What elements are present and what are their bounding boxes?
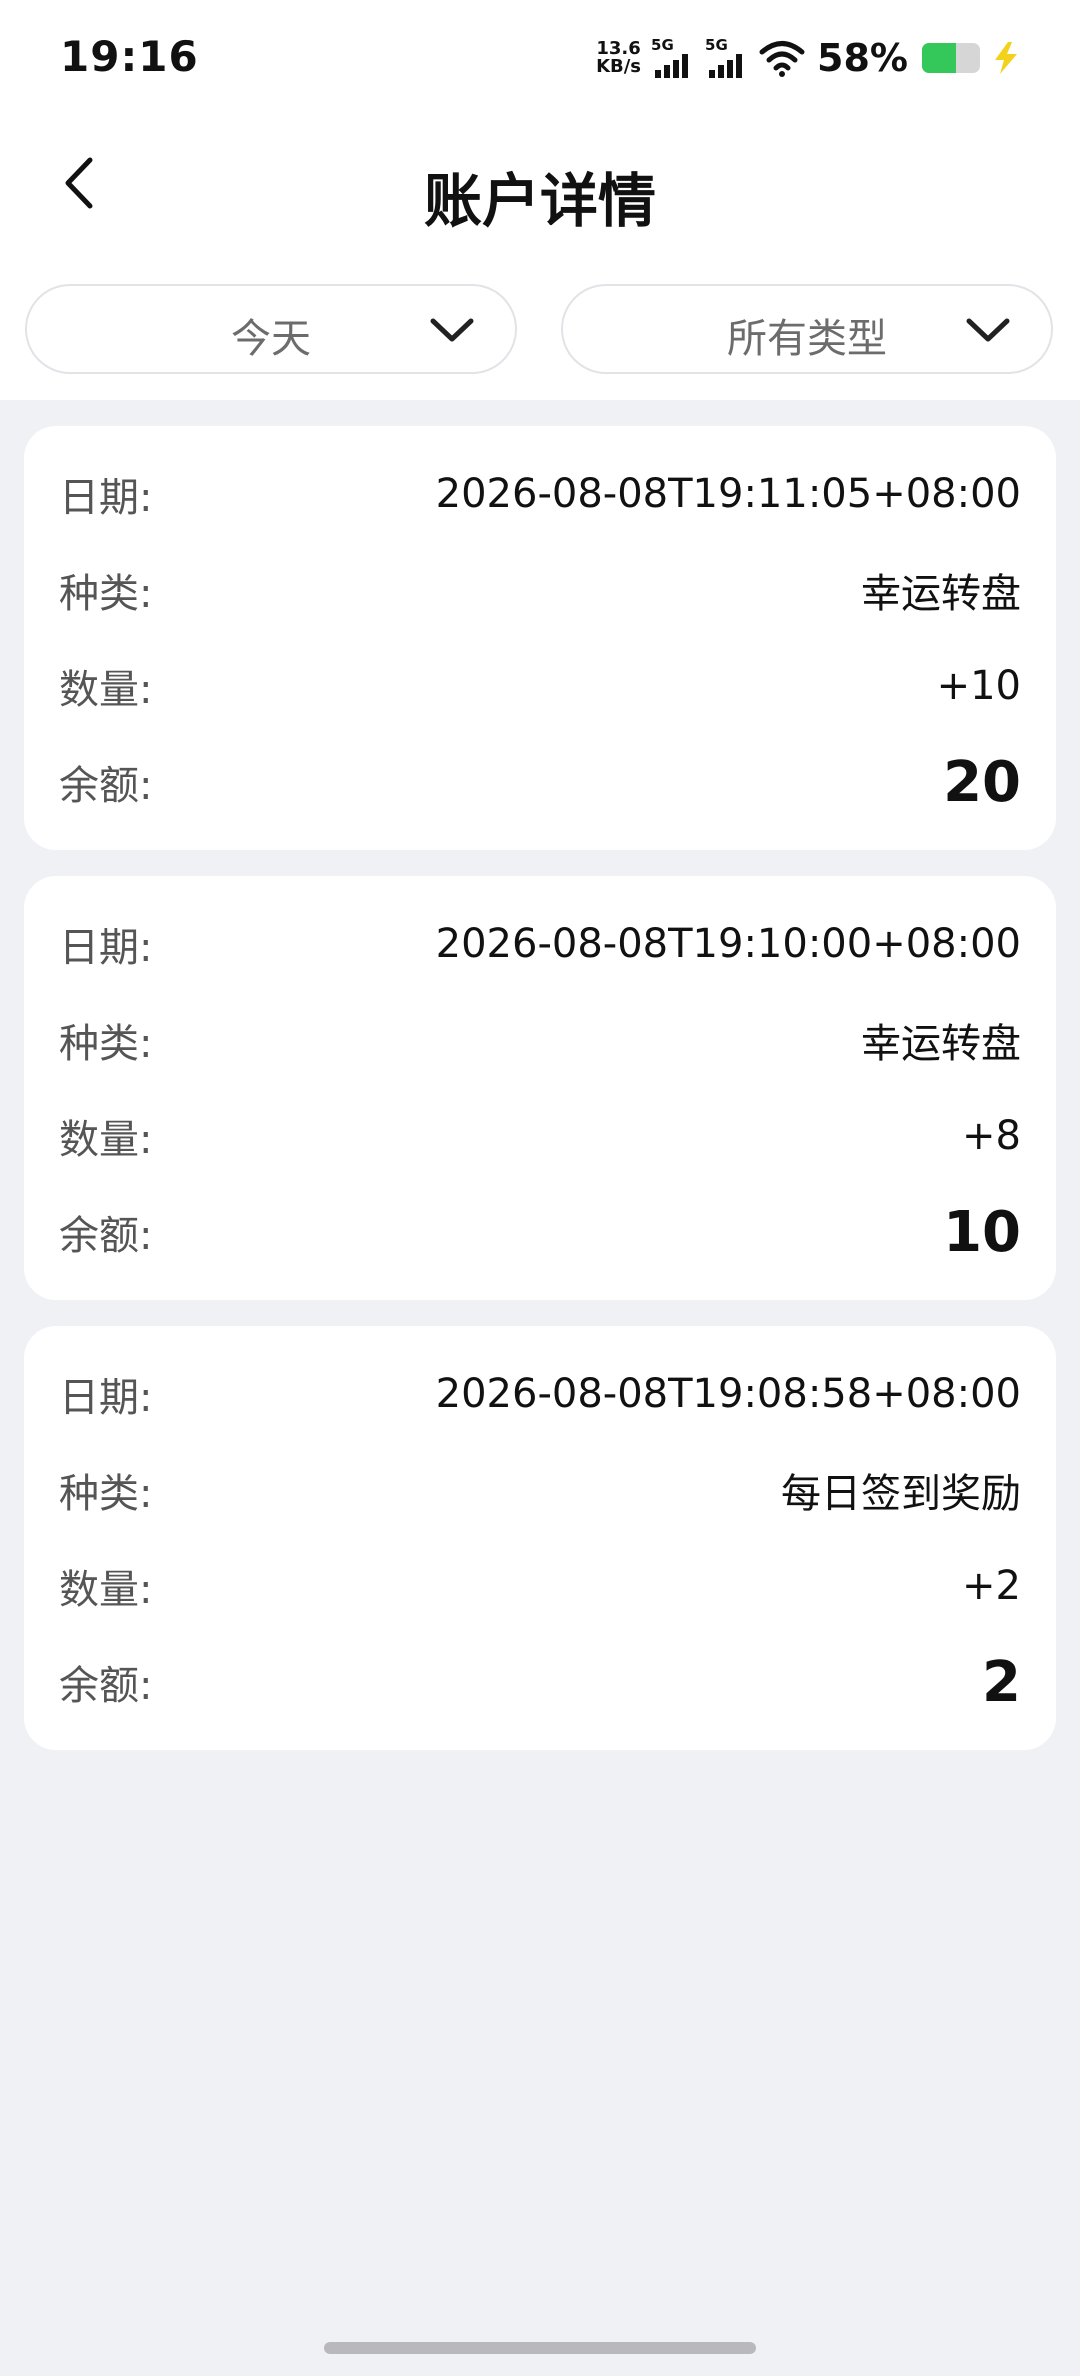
page-title: 账户详情 xyxy=(423,167,656,235)
wifi-icon xyxy=(759,41,805,77)
network-speed-unit: KB/s xyxy=(596,56,642,77)
record-date-row: 日期: 2026-08-08T19:11:05+08:00 xyxy=(59,464,1021,524)
record-amount-row: 数量: +2 xyxy=(59,1556,1021,1616)
record-balance: 10 xyxy=(943,1199,1021,1265)
type-label: 种类: xyxy=(59,1021,153,1067)
home-indicator[interactable] xyxy=(324,2342,756,2354)
type-label: 种类: xyxy=(59,1471,153,1517)
amount-label: 数量: xyxy=(59,1567,153,1613)
type-filter-dropdown[interactable]: 所有类型 xyxy=(561,284,1053,374)
record-amount: +8 xyxy=(962,1113,1021,1159)
battery-level-fill xyxy=(922,43,956,73)
amount-label: 数量: xyxy=(59,667,153,713)
record-balance-row: 余额: 2 xyxy=(59,1649,1021,1715)
sim1-network-tag: 5G xyxy=(651,36,674,54)
record-card: 日期: 2026-08-08T19:08:58+08:00 种类: 每日签到奖励… xyxy=(24,1326,1056,1750)
record-date-row: 日期: 2026-08-08T19:10:00+08:00 xyxy=(59,914,1021,974)
network-speed: 13.6 KB/s xyxy=(596,40,641,76)
battery-icon xyxy=(922,43,980,73)
amount-label: 数量: xyxy=(59,1117,153,1163)
record-type-row: 种类: 每日签到奖励 xyxy=(59,1460,1021,1520)
record-date-row: 日期: 2026-08-08T19:08:58+08:00 xyxy=(59,1364,1021,1424)
record-type: 每日签到奖励 xyxy=(781,1471,1021,1517)
record-balance-row: 余额: 10 xyxy=(59,1199,1021,1265)
balance-label: 余额: xyxy=(59,763,153,809)
record-type-row: 种类: 幸运转盘 xyxy=(59,560,1021,620)
date-label: 日期: xyxy=(59,925,153,971)
record-type: 幸运转盘 xyxy=(861,571,1021,617)
chevron-down-icon xyxy=(966,318,1010,342)
signal-icon: 5G xyxy=(651,38,695,78)
balance-label: 余额: xyxy=(59,1663,153,1709)
date-filter-dropdown[interactable]: 今天 xyxy=(25,284,517,374)
record-card: 日期: 2026-08-08T19:11:05+08:00 种类: 幸运转盘 数… xyxy=(24,426,1056,850)
battery-percent: 58% xyxy=(817,36,908,80)
record-amount-row: 数量: +8 xyxy=(59,1106,1021,1166)
balance-label: 余额: xyxy=(59,1213,153,1259)
record-balance: 2 xyxy=(982,1649,1021,1715)
record-date: 2026-08-08T19:08:58+08:00 xyxy=(435,1371,1021,1417)
record-amount-row: 数量: +10 xyxy=(59,656,1021,716)
status-icons: 13.6 KB/s 5G 5G 58% xyxy=(596,32,1022,84)
record-balance: 20 xyxy=(943,749,1021,815)
sim2-network-tag: 5G xyxy=(705,36,728,54)
signal-icon: 5G xyxy=(705,38,749,78)
record-amount: +2 xyxy=(962,1563,1021,1609)
filter-bar: 今天 所有类型 xyxy=(0,268,1080,400)
date-label: 日期: xyxy=(59,1375,153,1421)
app-header: 账户详情 xyxy=(0,118,1080,268)
status-bar: 19:16 13.6 KB/s 5G 5G 58% xyxy=(0,0,1080,118)
date-label: 日期: xyxy=(59,475,153,521)
chevron-down-icon xyxy=(430,318,474,342)
record-type-row: 种类: 幸运转盘 xyxy=(59,1010,1021,1070)
type-label: 种类: xyxy=(59,571,153,617)
record-list: 日期: 2026-08-08T19:11:05+08:00 种类: 幸运转盘 数… xyxy=(24,426,1056,1776)
charging-bolt-icon xyxy=(995,42,1017,74)
record-date: 2026-08-08T19:11:05+08:00 xyxy=(435,471,1021,517)
status-time: 19:16 xyxy=(60,32,199,81)
record-type: 幸运转盘 xyxy=(861,1021,1021,1067)
record-amount: +10 xyxy=(936,663,1021,709)
record-card: 日期: 2026-08-08T19:10:00+08:00 种类: 幸运转盘 数… xyxy=(24,876,1056,1300)
record-date: 2026-08-08T19:10:00+08:00 xyxy=(435,921,1021,967)
record-balance-row: 余额: 20 xyxy=(59,749,1021,815)
